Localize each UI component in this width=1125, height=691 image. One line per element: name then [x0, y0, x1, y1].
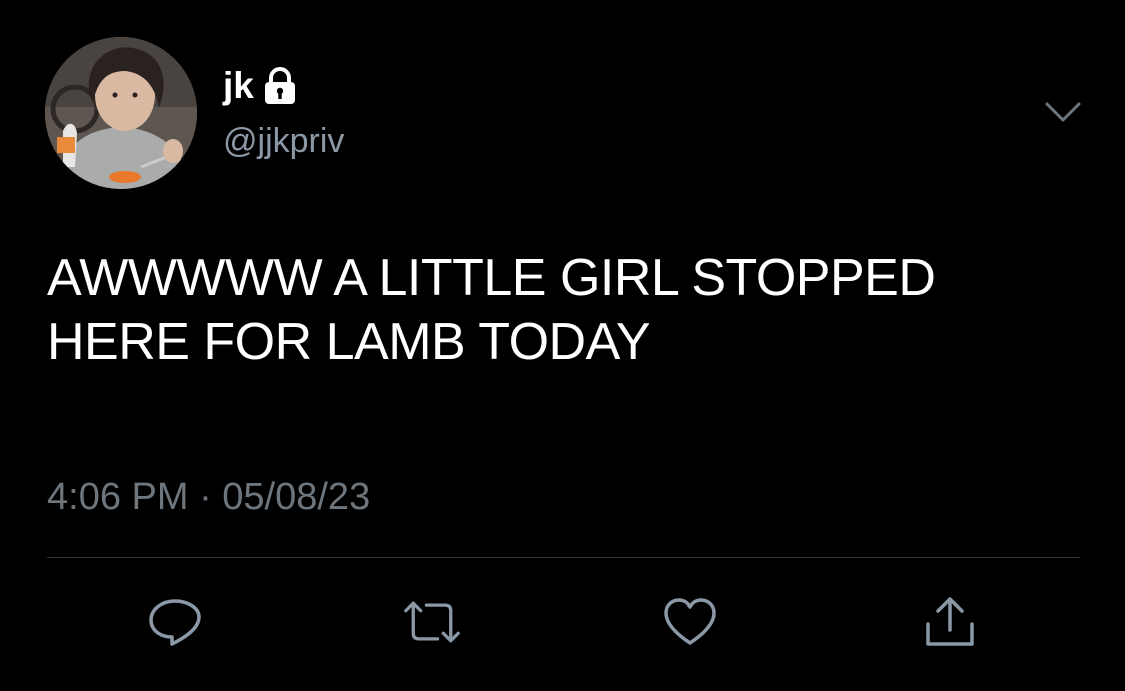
lock-icon — [262, 66, 298, 106]
like-button[interactable] — [660, 592, 720, 652]
tweet: jk @jjkpriv AWWWWW A LITTLE GIRL STOPPED… — [0, 0, 1125, 691]
author-display-name-row[interactable]: jk — [223, 64, 298, 108]
reply-icon — [149, 599, 201, 646]
avatar[interactable] — [45, 37, 197, 189]
tweet-timestamp[interactable]: 4:06 PM · 05/08/23 — [47, 474, 370, 520]
author-handle[interactable]: @jjkpriv — [223, 120, 344, 162]
retweet-icon — [404, 601, 460, 643]
share-icon — [926, 597, 974, 646]
avatar-image — [45, 37, 197, 189]
heart-icon — [664, 598, 716, 645]
share-button[interactable] — [920, 592, 980, 652]
divider — [47, 557, 1080, 558]
author-display-name[interactable]: jk — [223, 64, 254, 108]
chevron-down-icon[interactable] — [1043, 98, 1083, 126]
tweet-text: AWWWWW A LITTLE GIRL STOPPED HERE FOR LA… — [47, 249, 936, 371]
reply-button[interactable] — [145, 592, 205, 652]
retweet-button[interactable] — [402, 592, 462, 652]
